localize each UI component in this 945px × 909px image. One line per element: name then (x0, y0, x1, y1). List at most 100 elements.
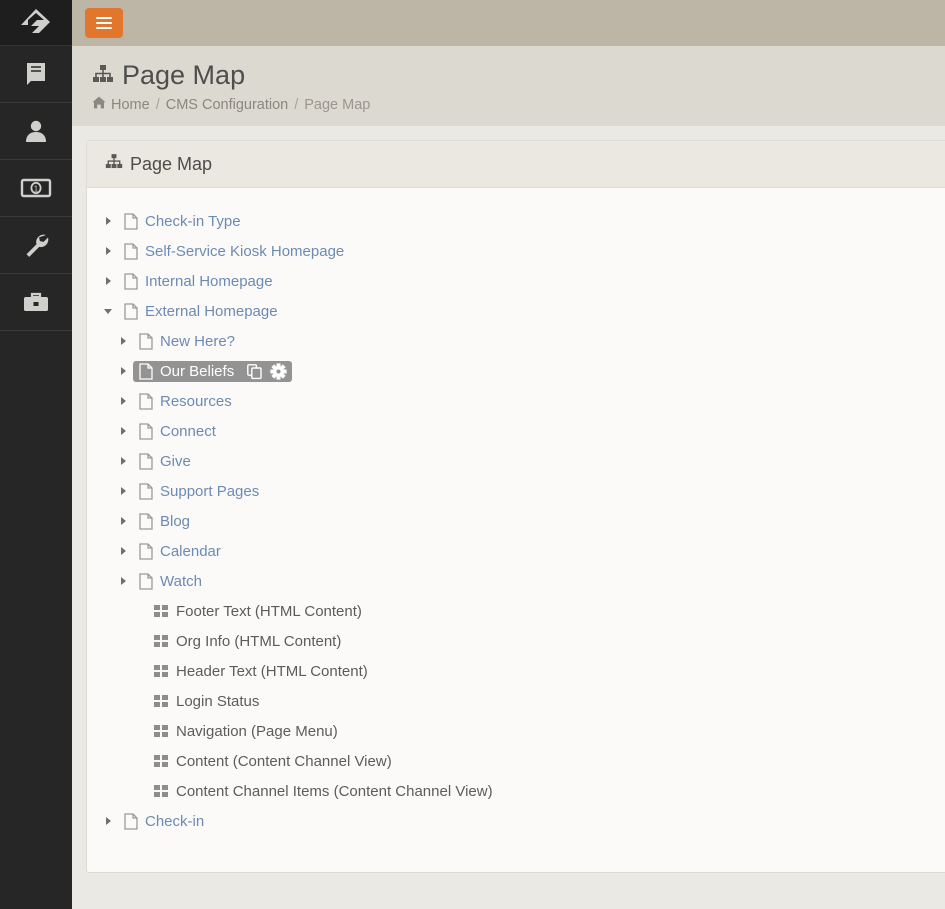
tree-node[interactable]: Content Channel Items (Content Channel V… (148, 781, 499, 802)
tree-node-selected[interactable]: Our Beliefs (133, 360, 293, 382)
tree-node-label: Login Status (176, 692, 260, 710)
block-icon (154, 664, 169, 678)
tree-node[interactable]: External Homepage (118, 301, 284, 322)
tree-page-row: Resources (87, 386, 945, 416)
file-icon (139, 452, 153, 470)
sidebar-item-admin[interactable] (0, 274, 72, 331)
sidebar-item-tools[interactable] (0, 217, 72, 274)
caret-right-icon[interactable] (113, 456, 133, 466)
tree-node-label[interactable]: Check-in Type (145, 213, 241, 230)
caret-right-icon[interactable] (113, 486, 133, 496)
tree-block-row: Content Channel Items (Content Channel V… (87, 776, 945, 806)
tree-node[interactable]: Watch (133, 571, 208, 592)
caret-right-icon[interactable] (98, 216, 118, 226)
panel-title: Page Map (105, 153, 944, 175)
tree-page-row: Calendar (87, 536, 945, 566)
tree-node-label[interactable]: Resources (160, 393, 232, 410)
breadcrumb: Home / CMS Configuration / Page Map (92, 96, 945, 113)
file-icon (124, 272, 138, 290)
tree-page-row: New Here? (87, 326, 945, 356)
tree-block-row: Header Text (HTML Content) (87, 656, 945, 686)
page-map-panel: Page Map Check-in Type Self-Service Kiosk… (86, 140, 945, 873)
tree-node-label: Content (Content Channel View) (176, 752, 392, 770)
breadcrumb-home[interactable]: Home (92, 96, 150, 113)
tree-node-label: Navigation (Page Menu) (176, 722, 338, 740)
tree-node-label[interactable]: Check-in (145, 813, 204, 830)
caret-right-icon[interactable] (98, 276, 118, 286)
tree-page-row: Our Beliefs (87, 356, 945, 386)
tree-node[interactable]: Check-in Type (118, 211, 247, 232)
tree-page-row: Blog (87, 506, 945, 536)
breadcrumb-cms-configuration[interactable]: CMS Configuration (166, 97, 289, 113)
tree-node-label[interactable]: Watch (160, 573, 202, 590)
wrench-icon (22, 231, 50, 259)
caret-right-icon[interactable] (113, 396, 133, 406)
page-header: Page Map Home / CMS Configuration / Page… (72, 46, 945, 126)
file-icon (139, 482, 153, 500)
caret-right-icon[interactable] (98, 246, 118, 256)
tree-node[interactable]: Footer Text (HTML Content) (148, 601, 368, 622)
caret-right-icon[interactable] (113, 336, 133, 346)
rock-logo-icon[interactable] (0, 0, 72, 46)
caret-right-icon[interactable] (113, 426, 133, 436)
briefcase-icon (22, 290, 50, 314)
top-bar (72, 0, 945, 46)
block-icon (154, 724, 169, 738)
tree-node-label[interactable]: New Here? (160, 333, 235, 350)
tree-node-label[interactable]: Calendar (160, 543, 221, 560)
tree-block-row: Navigation (Page Menu) (87, 716, 945, 746)
block-icon (154, 634, 169, 648)
block-icon (154, 784, 169, 798)
tree-page-row: Connect (87, 416, 945, 446)
sidebar-item-finance[interactable]: 1 (0, 160, 72, 217)
sitemap-icon (105, 153, 123, 175)
tree-node-label[interactable]: Internal Homepage (145, 273, 273, 290)
caret-right-icon[interactable] (113, 516, 133, 526)
tree-node[interactable]: Resources (133, 391, 238, 412)
sidebar-rail: 1 (0, 0, 72, 909)
tree-node[interactable]: Support Pages (133, 481, 265, 502)
tree-page-row: Check-in (87, 806, 945, 836)
tree-page-row: Check-in Type (87, 206, 945, 236)
tree-node-label[interactable]: External Homepage (145, 303, 278, 320)
tree-node[interactable]: Navigation (Page Menu) (148, 721, 344, 742)
tree-node[interactable]: New Here? (133, 331, 241, 352)
tree-node[interactable]: Check-in (118, 811, 210, 832)
book-icon (22, 61, 50, 87)
caret-right-icon[interactable] (113, 366, 133, 376)
tree-node-label[interactable]: Our Beliefs (160, 363, 234, 380)
tree-node-label[interactable]: Connect (160, 423, 216, 440)
tree-node[interactable]: Give (133, 451, 197, 472)
tree-node[interactable]: Login Status (148, 691, 265, 712)
tree-block-row: Org Info (HTML Content) (87, 626, 945, 656)
copy-page-icon[interactable] (247, 363, 262, 379)
tree-node[interactable]: Blog (133, 511, 196, 532)
tree-node[interactable]: Internal Homepage (118, 271, 279, 292)
tree-node-label[interactable]: Blog (160, 513, 190, 530)
menu-toggle-button[interactable] (85, 8, 123, 38)
tree-node-actions (247, 362, 287, 380)
tree-node-label[interactable]: Give (160, 453, 191, 470)
caret-right-icon[interactable] (113, 576, 133, 586)
tree-node[interactable]: Connect (133, 421, 222, 442)
gear-icon[interactable] (270, 362, 287, 380)
tree-node[interactable]: Content (Content Channel View) (148, 751, 398, 772)
tree-node[interactable]: Org Info (HTML Content) (148, 631, 347, 652)
tree-node-label: Header Text (HTML Content) (176, 662, 368, 680)
sitemap-icon (92, 58, 114, 92)
content-area: Page Map Check-in Type Self-Service Kiosk… (72, 126, 945, 909)
tree-node[interactable]: Calendar (133, 541, 227, 562)
caret-right-icon[interactable] (98, 816, 118, 826)
home-icon (92, 96, 106, 113)
caret-right-icon[interactable] (113, 546, 133, 556)
sidebar-item-book[interactable] (0, 46, 72, 103)
breadcrumb-current: Page Map (304, 96, 371, 113)
tree-node[interactable]: Self-Service Kiosk Homepage (118, 241, 350, 262)
tree-page-row: Watch (87, 566, 945, 596)
file-icon (124, 302, 138, 320)
sidebar-item-person[interactable] (0, 103, 72, 160)
caret-down-icon[interactable] (98, 306, 118, 316)
tree-node-label[interactable]: Support Pages (160, 483, 259, 500)
tree-node[interactable]: Header Text (HTML Content) (148, 661, 374, 682)
tree-node-label[interactable]: Self-Service Kiosk Homepage (145, 243, 344, 260)
